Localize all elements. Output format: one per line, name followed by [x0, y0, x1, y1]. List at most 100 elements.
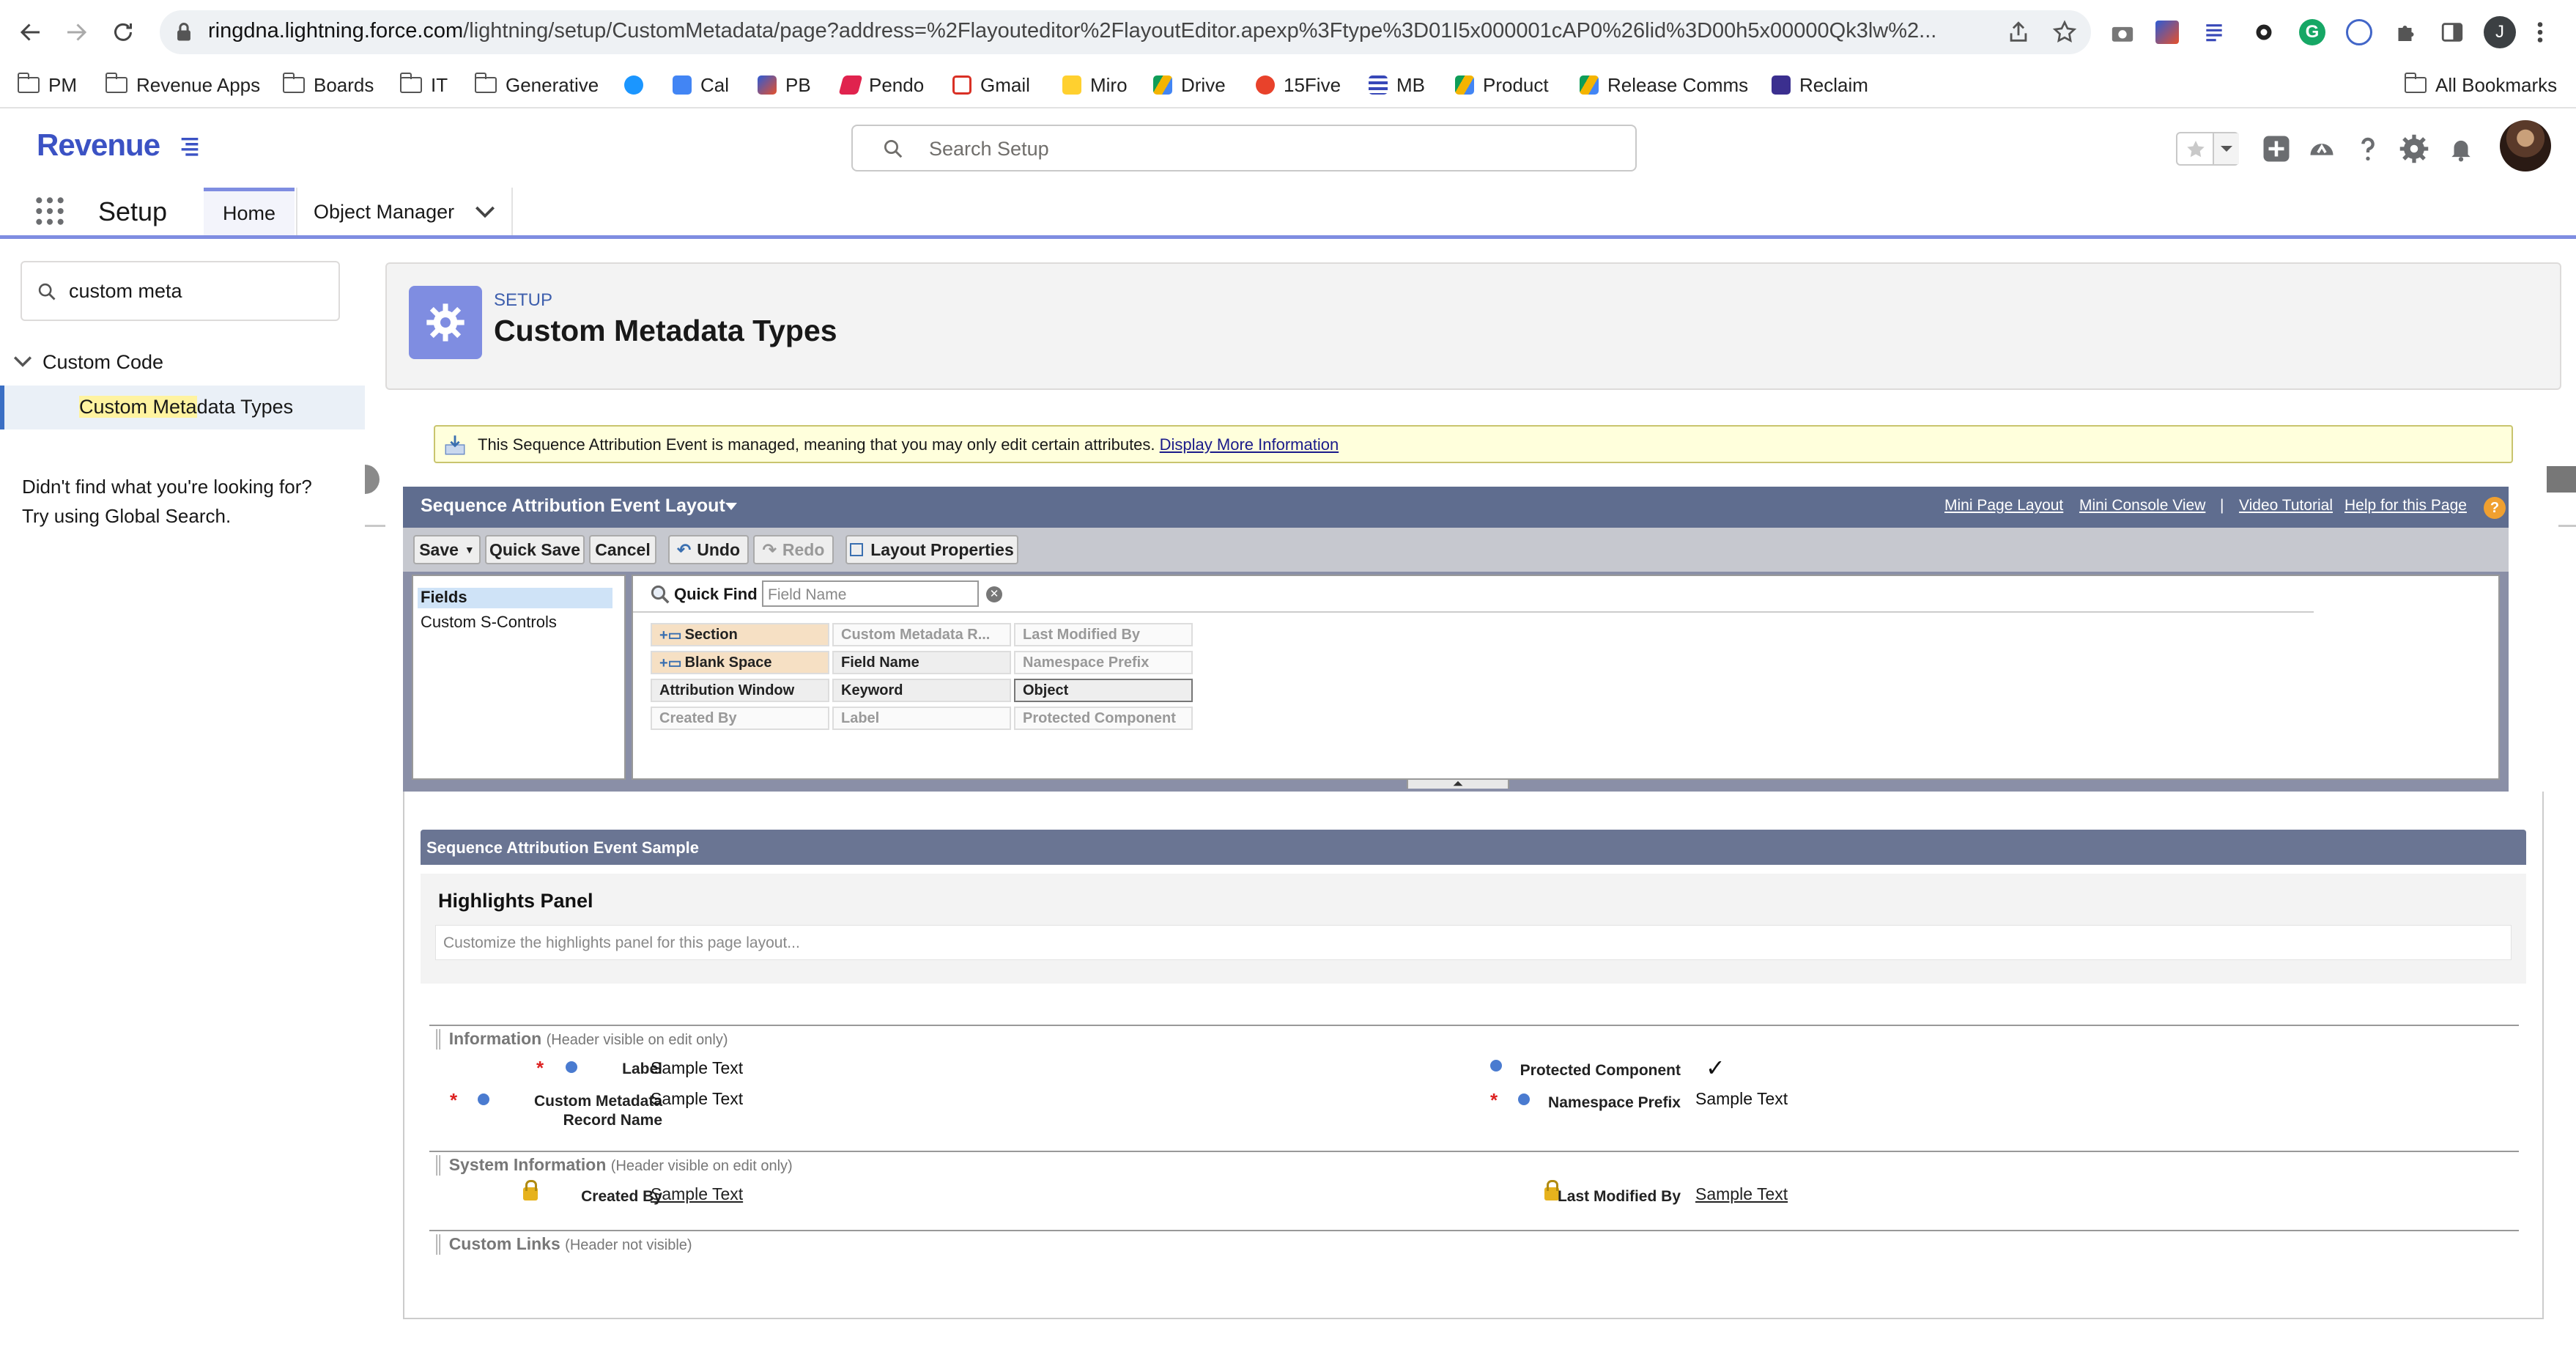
palette-category-fields[interactable]: Fields — [418, 588, 612, 608]
app-launcher-icon[interactable] — [34, 195, 66, 227]
field-label-record-name[interactable]: Custom Metadata Record Name — [495, 1092, 662, 1130]
extension-badge-icon[interactable] — [2346, 19, 2372, 45]
video-tutorial-link[interactable]: Video Tutorial — [2239, 497, 2333, 514]
field-label-last-modified-by[interactable]: Last Modified By — [1547, 1187, 1681, 1206]
highlights-panel[interactable]: Highlights Panel Customize the highlight… — [421, 874, 2526, 984]
palette-item-created-by[interactable]: Created By — [651, 707, 829, 730]
section-custom-links[interactable]: ║ Custom Links (Header not visible) — [432, 1234, 692, 1254]
clear-search-icon[interactable]: ✕ — [986, 586, 1002, 602]
bookmark-release-comms[interactable]: Release Comms — [1580, 70, 1748, 100]
palette-item-last-modified-by[interactable]: Last Modified By — [1014, 623, 1193, 646]
palette-item-label[interactable]: Label — [832, 707, 1011, 730]
extension-icon[interactable] — [2155, 21, 2179, 44]
side-panel-icon[interactable] — [2440, 19, 2465, 45]
display-more-info-link[interactable]: Display More Information — [1160, 435, 1339, 454]
miro-icon — [1062, 75, 1081, 95]
quick-save-button[interactable]: Quick Save — [485, 535, 585, 564]
bookmark-folder-it[interactable]: IT — [400, 70, 448, 100]
save-button[interactable]: Save ▼ — [413, 535, 481, 564]
field-value-created-by[interactable]: Sample Text — [651, 1184, 743, 1204]
bookmark-drive[interactable]: Drive — [1153, 70, 1226, 100]
trailhead-icon[interactable] — [2306, 135, 2337, 163]
user-avatar[interactable] — [2500, 120, 2551, 172]
undo-button[interactable]: ↶ Undo — [668, 535, 749, 564]
bookmark-folder-boards[interactable]: Boards — [283, 70, 374, 100]
scroll-handle[interactable] — [2547, 466, 2576, 493]
palette-category-scontrols[interactable]: Custom S-Controls — [421, 613, 557, 632]
chevron-up-icon — [1453, 781, 1463, 786]
notifications-bell-icon[interactable] — [2447, 133, 2475, 164]
help-for-page-link[interactable]: Help for this Page — [2344, 497, 2467, 514]
palette-item-custom-metadata-record-name[interactable]: Custom Metadata R... — [832, 623, 1011, 646]
cancel-button[interactable]: Cancel — [589, 535, 656, 564]
grammarly-icon[interactable]: G — [2299, 19, 2325, 45]
help-icon[interactable] — [2353, 133, 2383, 164]
all-bookmarks[interactable]: All Bookmarks — [2405, 70, 2557, 100]
search-setup-input[interactable]: Search Setup — [851, 125, 1637, 172]
palette-item-attribution-window[interactable]: Attribution Window — [651, 679, 829, 702]
puzzle-icon[interactable] — [2393, 19, 2419, 45]
lock-icon[interactable] — [174, 22, 193, 43]
field-label-protected-component[interactable]: Protected Component — [1509, 1061, 1681, 1080]
field-value-last-modified-by[interactable]: Sample Text — [1695, 1184, 1788, 1204]
field-label-namespace-prefix[interactable]: Namespace Prefix — [1537, 1093, 1681, 1113]
extension-list-icon[interactable] — [2202, 19, 2226, 45]
bookmark-cal[interactable]: Cal — [673, 70, 729, 100]
palette-item-keyword[interactable]: Keyword — [832, 679, 1011, 702]
bookmark-folder-revenue-apps[interactable]: Revenue Apps — [106, 70, 260, 100]
sidebar-section-custom-code[interactable]: Custom Code — [13, 347, 163, 377]
tab-home[interactable]: Home — [204, 188, 295, 235]
bookmark-reclaim[interactable]: Reclaim — [1772, 70, 1868, 100]
palette-item-protected-component[interactable]: Protected Component — [1014, 707, 1193, 730]
bookmark-product[interactable]: Product — [1455, 70, 1549, 100]
reload-icon[interactable] — [110, 19, 136, 45]
forward-icon[interactable] — [63, 19, 89, 45]
favorites-dropdown[interactable] — [2213, 133, 2239, 164]
redo-button[interactable]: ↷ Redo — [753, 535, 834, 564]
palette-item-object[interactable]: Object — [1014, 679, 1193, 702]
revenue-logo[interactable]: Revenue — [37, 128, 160, 163]
url-text[interactable]: ringdna.lightning.force.com/lightning/se… — [208, 19, 1996, 43]
global-actions-icon[interactable] — [2261, 133, 2292, 164]
bookmark-pendo[interactable]: Pendo — [838, 70, 924, 100]
palette-item-blank-space[interactable]: +▭ Blank Space — [651, 651, 829, 674]
sidebar-item-custom-metadata-types[interactable]: Custom Metadata Types — [0, 386, 365, 429]
quick-find-input[interactable]: custom meta — [21, 261, 340, 321]
palette-item-namespace-prefix[interactable]: Namespace Prefix — [1014, 651, 1193, 674]
bookmark-star-icon[interactable] — [2051, 19, 2078, 45]
palette-item-field-name[interactable]: Field Name — [832, 651, 1011, 674]
palette-resize-handle[interactable] — [1407, 778, 1509, 789]
chevron-down-icon[interactable] — [724, 501, 739, 513]
share-icon[interactable] — [2006, 19, 2031, 45]
camera-icon[interactable] — [2110, 21, 2135, 44]
undo-icon: ↶ — [676, 539, 692, 559]
section-system-information[interactable]: ║ System Information (Header visible on … — [432, 1155, 793, 1175]
help-icon[interactable]: ? — [2484, 497, 2506, 519]
settings-extension-icon[interactable] — [2251, 19, 2277, 45]
layout-properties-button[interactable]: Layout Properties — [845, 535, 1018, 564]
field-name-input[interactable]: Field Name — [762, 580, 979, 607]
back-icon[interactable] — [18, 19, 44, 45]
section-information[interactable]: ║ Information (Header visible on edit on… — [432, 1029, 728, 1049]
profile-avatar[interactable]: J — [2484, 16, 2516, 48]
bookmark-miro[interactable]: Miro — [1062, 70, 1128, 100]
highlights-panel-hint-box[interactable]: Customize the highlights panel for this … — [435, 925, 2512, 960]
bookmark-pb[interactable]: PB — [758, 70, 811, 100]
field-label-created-by[interactable]: Created By — [544, 1187, 662, 1206]
sidebar-collapse-handle[interactable] — [365, 465, 380, 494]
setup-gear-icon[interactable] — [2399, 133, 2429, 164]
chevron-down-icon[interactable] — [475, 204, 495, 221]
layout-editor-title[interactable]: Sequence Attribution Event Layout — [421, 495, 725, 517]
mini-console-view-link[interactable]: Mini Console View — [2079, 497, 2205, 514]
bookmark-folder-generative[interactable]: Generative — [475, 70, 599, 100]
bookmark-folder-pm[interactable]: PM — [18, 70, 77, 100]
more-menu-icon[interactable] — [2535, 19, 2545, 45]
palette-item-section[interactable]: +▭ Section — [651, 623, 829, 646]
tab-object-manager[interactable]: Object Manager — [296, 188, 513, 235]
favorites-button[interactable] — [2176, 132, 2239, 166]
bookmark-15five[interactable]: 15Five — [1256, 70, 1341, 100]
bookmark-gmail[interactable]: Gmail — [952, 70, 1030, 100]
mini-page-layout-link[interactable]: Mini Page Layout — [1944, 497, 2063, 514]
bookmark-mb[interactable]: MB — [1369, 70, 1425, 100]
bookmark-salesforce[interactable] — [624, 70, 652, 100]
